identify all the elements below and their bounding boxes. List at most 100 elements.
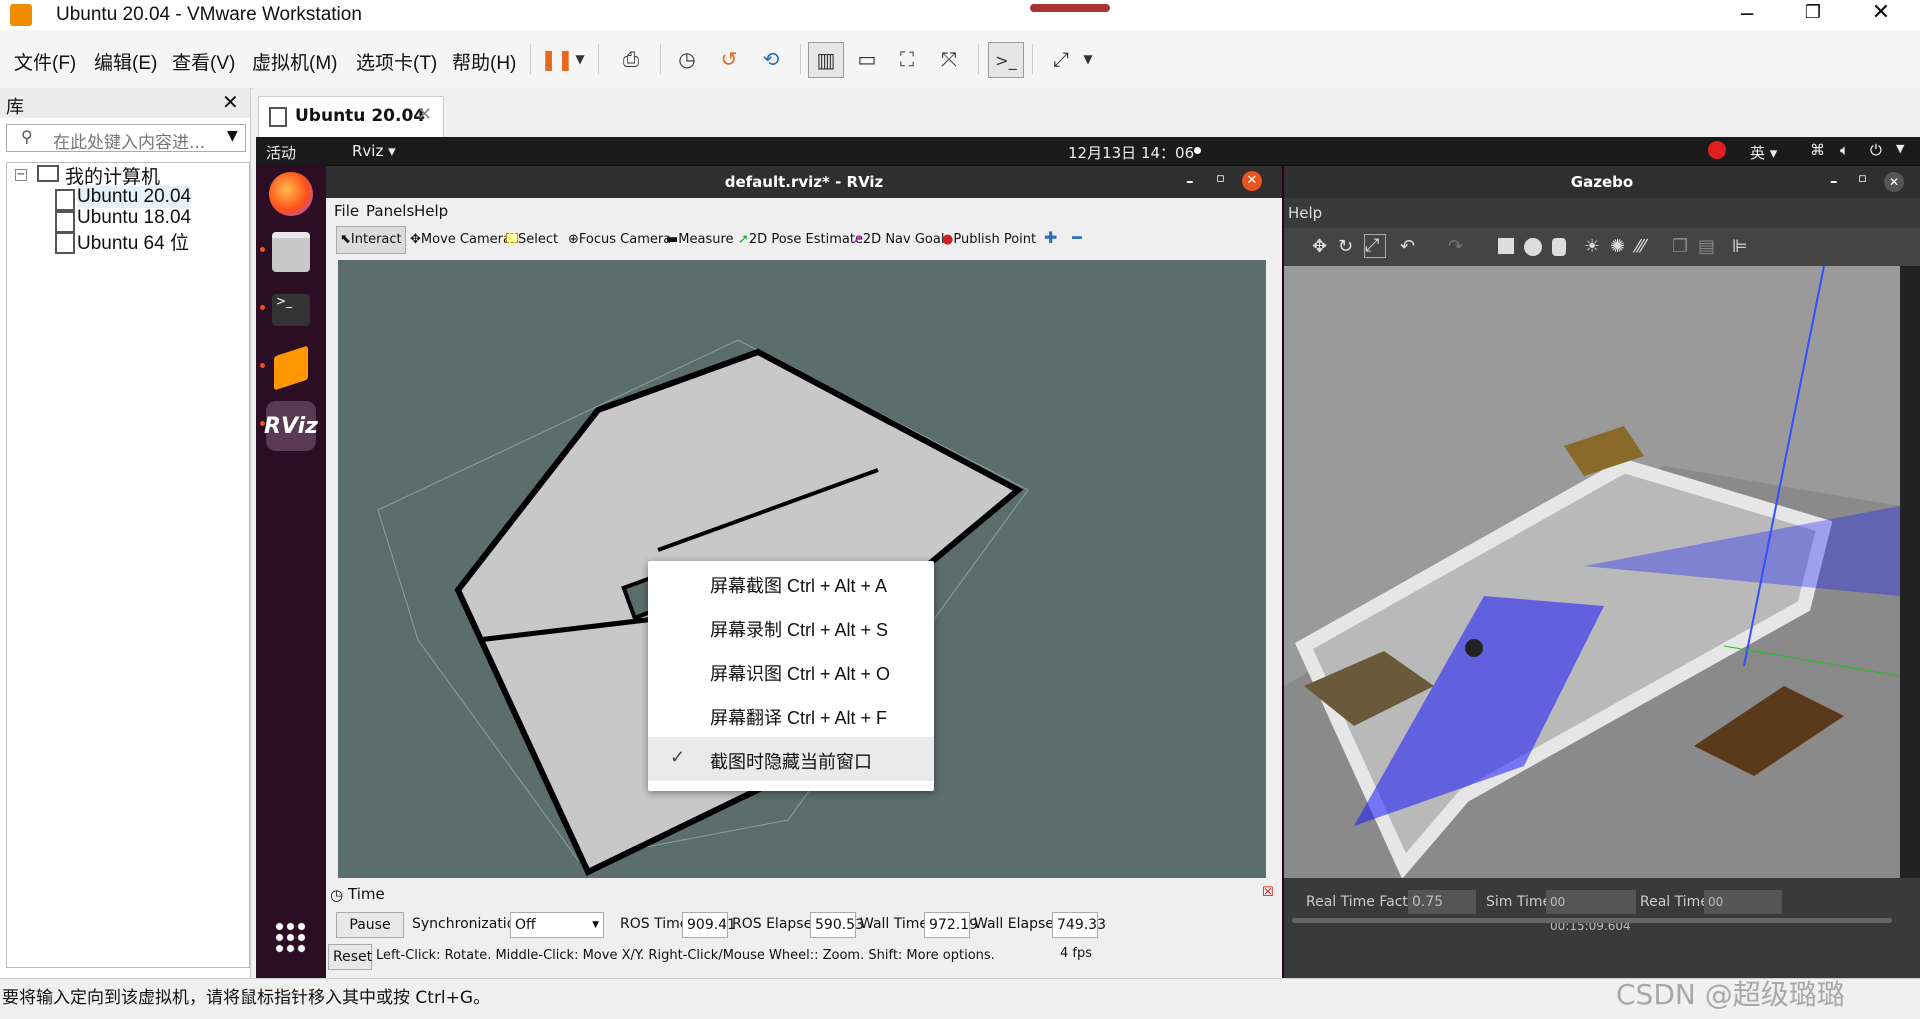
toolbar-separator [978, 44, 979, 74]
unity-icon[interactable]: ⤧ [932, 42, 966, 76]
menu-item-screenshot[interactable]: 屏幕截图 Ctrl + Alt + A [648, 561, 934, 605]
green-arrow-icon: ➚ [738, 232, 749, 247]
tool-move-camera[interactable]: ✥Move Camera [410, 232, 511, 247]
sphere-shape-icon[interactable] [1524, 238, 1542, 256]
rviz-menu-file[interactable]: File [334, 202, 359, 220]
rviz-icon[interactable]: RViz [264, 401, 318, 451]
minimize-button[interactable]: ─ [1730, 2, 1764, 28]
chevron-down-icon[interactable]: ▼ [1078, 42, 1098, 76]
terminal-icon[interactable]: >_ [266, 285, 316, 335]
gazebo-menu-help[interactable]: Help [1288, 204, 1322, 222]
app-menu[interactable]: Rviz ▾ [352, 142, 396, 160]
tool-label: Publish Point [953, 232, 1037, 247]
tool-nav-goal[interactable]: ➚2D Nav Goal [852, 232, 944, 247]
maximize-button[interactable]: ❐ [1796, 2, 1830, 28]
rviz-minimize-button[interactable]: – [1186, 172, 1194, 190]
rviz-menubar: File Panels Help [326, 198, 1282, 224]
tab-close-icon[interactable]: ✕ [417, 104, 432, 125]
paste-icon[interactable]: ▤ [1698, 236, 1715, 257]
gazebo-title: Gazebo [1570, 173, 1634, 191]
rviz-close-button[interactable]: ✕ [1242, 171, 1262, 191]
gazebo-close-button[interactable]: ✕ [1884, 172, 1904, 192]
library-search-input[interactable]: ⚲ 在此处键入内容进... ▼ [6, 124, 246, 153]
menu-vm[interactable]: 虚拟机(M) [252, 48, 337, 75]
stop-icon[interactable] [1708, 141, 1726, 159]
tool-interact[interactable]: ⬉Interact [340, 232, 402, 247]
chevron-down-icon[interactable]: ▼ [1896, 142, 1904, 155]
menu-edit[interactable]: 编辑(E) [94, 48, 157, 75]
tree-item-vm[interactable]: Ubuntu 18.04 [77, 207, 191, 229]
fullscreen-icon[interactable]: ⛶ [890, 42, 924, 76]
tool-measure[interactable]: ▬Measure [666, 232, 734, 247]
tree-item-vm[interactable]: Ubuntu 64 位 [77, 228, 189, 255]
menu-item-hide-window[interactable]: ✓ 截图时隐藏当前窗口 [648, 737, 934, 781]
firefox-icon[interactable] [266, 169, 316, 219]
close-button[interactable]: ✕ [1864, 0, 1898, 26]
point-light-icon[interactable]: ☀ [1584, 236, 1600, 257]
show-apps-icon[interactable] [274, 921, 308, 955]
pause-vm-button[interactable]: ❚❚ [540, 42, 574, 76]
tool-focus-camera[interactable]: ⊕Focus Camera [568, 232, 671, 247]
tool-pose-estimate[interactable]: ➚2D Pose Estimate [738, 232, 863, 247]
ubuntu-desktop[interactable]: 活动 Rviz ▾ 12月13日 14：06 英 ▾ ⌘ 🔈︎ ⏻ ▼ >_ R… [256, 137, 1920, 978]
search-placeholder: 在此处键入内容进... [53, 133, 206, 153]
tree-item-vm[interactable]: Ubuntu 20.04 [77, 186, 192, 208]
library-view-icon[interactable]: ▥ [808, 42, 844, 78]
copy-icon[interactable]: ❐ [1672, 236, 1688, 257]
box-shape-icon[interactable] [1498, 238, 1514, 254]
thumbnail-bar-icon[interactable]: ▭ [850, 42, 884, 76]
gazebo-maximize-button[interactable]: ▫ [1858, 171, 1867, 186]
align-icon[interactable]: ⊫ [1732, 236, 1748, 257]
horizontal-scrollbar[interactable] [1292, 918, 1892, 923]
pause-button[interactable]: Pause [336, 912, 404, 938]
directional-light-icon[interactable]: ⁄⁄⁄ [1636, 236, 1645, 257]
menu-view[interactable]: 查看(V) [172, 48, 235, 75]
tab-ubuntu[interactable]: Ubuntu 20.04 ✕ [258, 96, 444, 137]
menu-item-translate[interactable]: 屏幕翻译 Ctrl + Alt + F [648, 693, 934, 737]
gazebo-minimize-button[interactable]: – [1830, 172, 1838, 190]
rviz-menu-help[interactable]: Help [414, 202, 448, 220]
scale-icon[interactable]: ⤢ [1364, 234, 1386, 258]
tree-root-my-computer[interactable]: 我的计算机 [65, 162, 160, 189]
translate-icon[interactable]: ✥ [1312, 236, 1327, 257]
cylinder-shape-icon[interactable] [1552, 238, 1566, 256]
rviz-maximize-button[interactable]: ▫ [1216, 171, 1225, 186]
activities-button[interactable]: 活动 [266, 142, 296, 163]
console-view-icon[interactable]: >_ [988, 42, 1024, 78]
menu-item-record[interactable]: 屏幕录制 Ctrl + Alt + S [648, 605, 934, 649]
menu-item-ocr[interactable]: 屏幕识图 Ctrl + Alt + O [648, 649, 934, 693]
menu-tabs[interactable]: 选项卡(T) [356, 48, 437, 75]
add-tool-icon[interactable]: ✚ [1044, 228, 1057, 247]
remove-tool-icon[interactable]: ━ [1072, 228, 1082, 247]
snapshot-icon[interactable]: ◷ [670, 42, 704, 76]
power-icon[interactable]: ⏻ [1870, 141, 1882, 159]
collapse-icon[interactable]: − [15, 169, 27, 181]
menu-file[interactable]: 文件(F) [14, 48, 76, 75]
snapshot-manager-icon[interactable]: ⟲ [754, 42, 788, 76]
volume-icon[interactable]: 🔈︎ [1840, 141, 1849, 159]
chevron-down-icon[interactable]: ▼ [227, 128, 238, 144]
real-time-label: Real Time: [1640, 894, 1714, 910]
chevron-down-icon[interactable]: ▼ [570, 42, 590, 76]
clock[interactable]: 12月13日 14：06 [1068, 142, 1194, 163]
send-keys-icon[interactable]: ⎙ [614, 42, 648, 76]
tool-select[interactable]: Select [506, 232, 558, 247]
menu-help[interactable]: 帮助(H) [452, 48, 516, 75]
sublime-icon[interactable] [266, 343, 316, 393]
input-method-indicator[interactable]: 英 ▾ [1750, 142, 1777, 163]
network-icon[interactable]: ⌘ [1810, 141, 1825, 159]
files-icon[interactable] [266, 227, 316, 277]
library-close-icon[interactable]: ✕ [222, 90, 239, 114]
gazebo-3d-view[interactable] [1284, 266, 1900, 878]
stretch-icon[interactable]: ⤢ [1044, 42, 1078, 76]
redo-icon[interactable]: ↷ [1448, 236, 1463, 257]
undo-icon[interactable]: ↶ [1400, 236, 1415, 257]
reset-button[interactable]: Reset [328, 944, 372, 970]
revert-snapshot-icon[interactable]: ↺ [712, 42, 746, 76]
rotate-icon[interactable]: ↻ [1338, 236, 1353, 257]
spot-light-icon[interactable]: ✺ [1610, 236, 1625, 257]
sync-select[interactable]: Off ▼ [510, 912, 604, 938]
tool-publish-point[interactable]: ●Publish Point [942, 232, 1036, 247]
time-panel-close-icon[interactable]: ☒ [1262, 885, 1274, 900]
rviz-menu-panels[interactable]: Panels [366, 202, 414, 220]
